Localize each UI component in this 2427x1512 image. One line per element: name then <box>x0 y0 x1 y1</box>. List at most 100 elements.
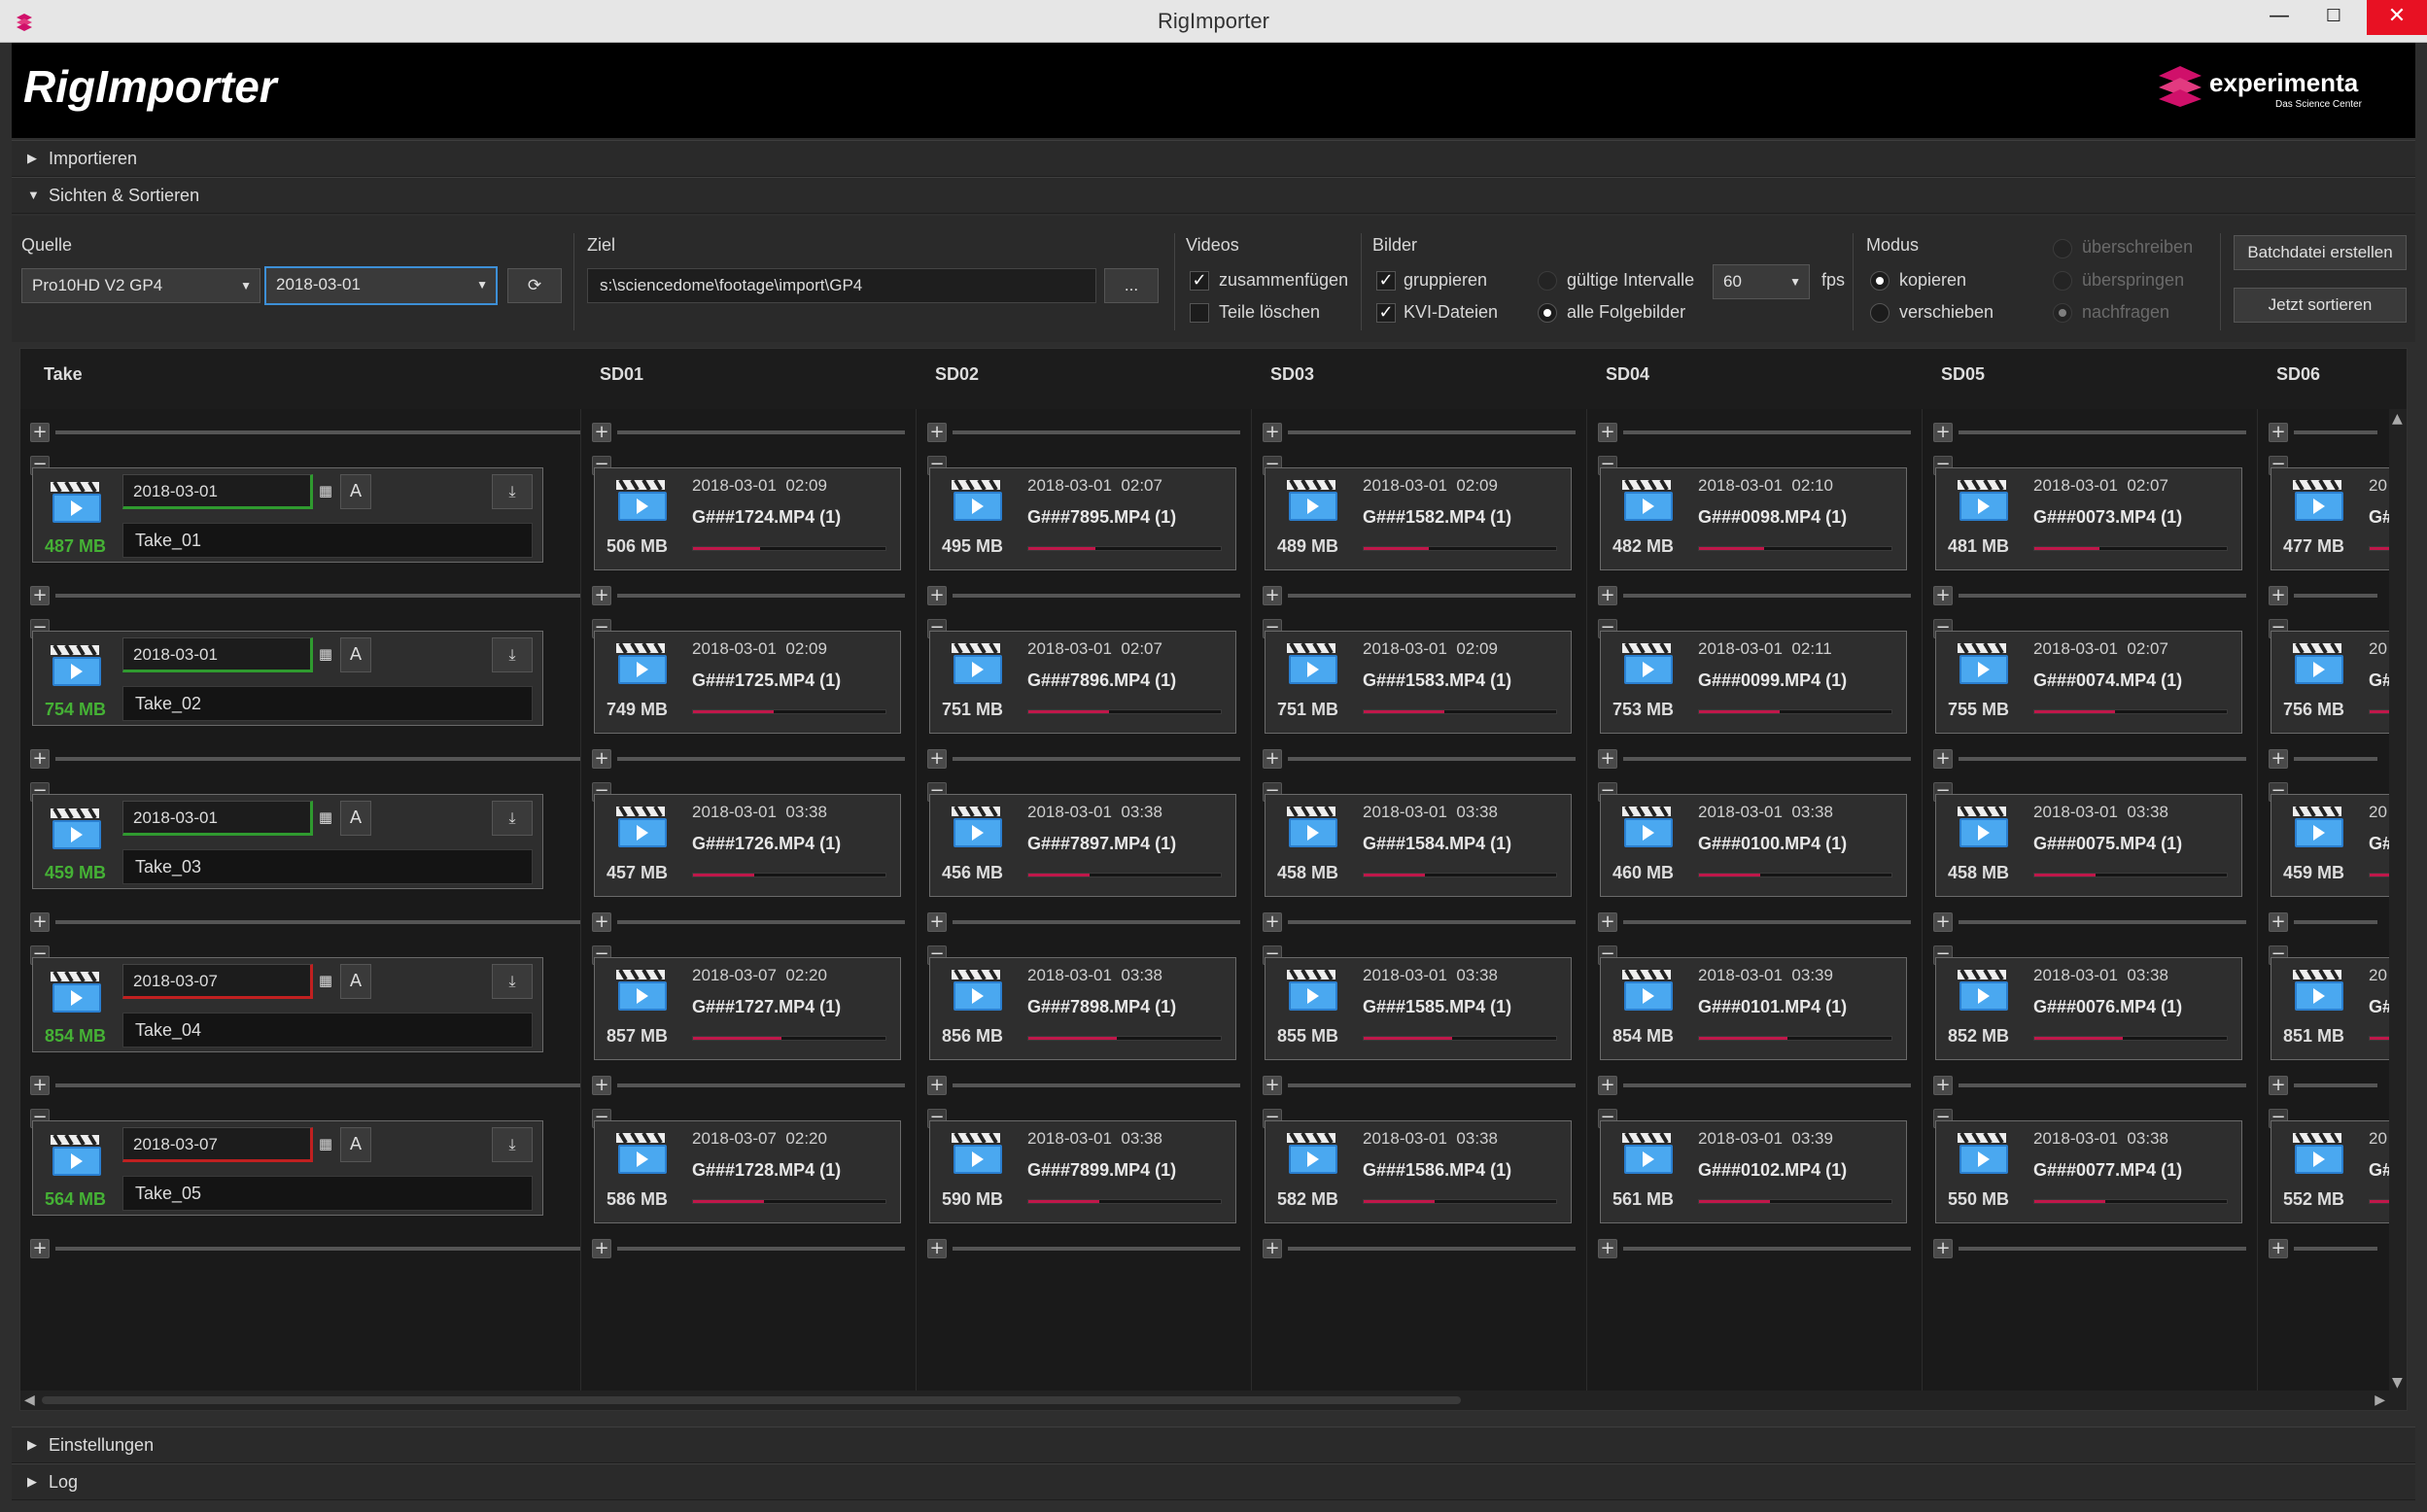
row-drop-line[interactable] <box>1623 594 1911 598</box>
take-date-field[interactable]: 2018-03-01 <box>122 474 313 509</box>
fps-select[interactable]: 60 ▼ <box>1713 264 1810 299</box>
quelle-select[interactable]: Pro10HD V2 GP4 ▼ <box>21 268 260 303</box>
close-button[interactable]: ✕ <box>2367 0 2427 35</box>
row-drop-line[interactable] <box>55 757 580 761</box>
add-row-button[interactable]: + <box>1933 912 1953 932</box>
nachfragen-radio[interactable] <box>2053 303 2072 323</box>
row-drop-line[interactable] <box>1959 920 2246 924</box>
browse-button[interactable]: ... <box>1104 268 1159 303</box>
clip-card[interactable]: 458 MB 2018-03-01 03:38 G###1584.MP4 (1) <box>1265 794 1572 897</box>
clip-card[interactable]: 855 MB 2018-03-01 03:38 G###1585.MP4 (1) <box>1265 957 1572 1060</box>
horizontal-scrollbar[interactable]: ◀ ▶ <box>20 1391 2407 1410</box>
section-importieren[interactable]: ▶ Importieren <box>12 140 2415 177</box>
auto-name-button[interactable]: A <box>340 964 371 999</box>
auto-name-button[interactable]: A <box>340 1127 371 1162</box>
add-row-button[interactable]: + <box>1263 586 1282 605</box>
add-row-button[interactable]: + <box>927 586 947 605</box>
clip-card[interactable]: 856 MB 2018-03-01 03:38 G###7898.MP4 (1) <box>929 957 1236 1060</box>
clip-card[interactable]: 552 MB 20 G# <box>2271 1120 2397 1223</box>
add-row-button[interactable]: + <box>1933 423 1953 442</box>
take-card[interactable]: 459 MB 2018-03-01 ▦ A ⤓ Take_03 <box>32 794 543 889</box>
add-row-button[interactable]: + <box>1598 912 1617 932</box>
clip-card[interactable]: 460 MB 2018-03-01 03:38 G###0100.MP4 (1) <box>1600 794 1907 897</box>
scroll-left-icon[interactable]: ◀ <box>24 1392 35 1408</box>
take-card[interactable]: 564 MB 2018-03-07 ▦ A ⤓ Take_05 <box>32 1120 543 1216</box>
row-drop-line[interactable] <box>617 1083 905 1087</box>
scroll-thumb[interactable] <box>42 1396 1461 1404</box>
row-drop-line[interactable] <box>1959 430 2246 434</box>
row-drop-line[interactable] <box>1959 1083 2246 1087</box>
add-row-button[interactable]: + <box>30 586 50 605</box>
take-card[interactable]: 754 MB 2018-03-01 ▦ A ⤓ Take_02 <box>32 631 543 726</box>
row-drop-line[interactable] <box>2294 757 2377 761</box>
clip-card[interactable]: 550 MB 2018-03-01 03:38 G###0077.MP4 (1) <box>1935 1120 2242 1223</box>
row-drop-line[interactable] <box>1288 920 1576 924</box>
clip-card[interactable]: 506 MB 2018-03-01 02:09 G###1724.MP4 (1) <box>594 467 901 570</box>
clip-card[interactable]: 458 MB 2018-03-01 03:38 G###0075.MP4 (1) <box>1935 794 2242 897</box>
clip-card[interactable]: 755 MB 2018-03-01 02:07 G###0074.MP4 (1) <box>1935 631 2242 734</box>
gueltige-intervalle-radio[interactable] <box>1538 271 1557 291</box>
take-date-field[interactable]: 2018-03-07 <box>122 964 313 999</box>
clip-card[interactable]: 590 MB 2018-03-01 03:38 G###7899.MP4 (1) <box>929 1120 1236 1223</box>
add-row-button[interactable]: + <box>592 912 611 932</box>
add-row-button[interactable]: + <box>1933 1239 1953 1258</box>
download-icon[interactable]: ⤓ <box>492 474 533 509</box>
row-drop-line[interactable] <box>1959 1247 2246 1251</box>
row-drop-line[interactable] <box>1623 430 1911 434</box>
take-card[interactable]: 854 MB 2018-03-07 ▦ A ⤓ Take_04 <box>32 957 543 1052</box>
minimize-button[interactable]: — <box>2256 0 2303 35</box>
row-drop-line[interactable] <box>1288 1083 1576 1087</box>
row-drop-line[interactable] <box>617 430 905 434</box>
clip-card[interactable]: 753 MB 2018-03-01 02:11 G###0099.MP4 (1) <box>1600 631 1907 734</box>
row-drop-line[interactable] <box>2294 430 2377 434</box>
clip-card[interactable]: 751 MB 2018-03-01 02:07 G###7896.MP4 (1) <box>929 631 1236 734</box>
row-drop-line[interactable] <box>55 1247 580 1251</box>
refresh-button[interactable]: ⟳ <box>507 268 562 303</box>
add-row-button[interactable]: + <box>2269 749 2288 769</box>
row-drop-line[interactable] <box>2294 594 2377 598</box>
scroll-down-icon[interactable]: ▼ <box>2392 1375 2403 1391</box>
row-drop-line[interactable] <box>2294 1247 2377 1251</box>
take-date-field[interactable]: 2018-03-01 <box>122 637 313 672</box>
clip-card[interactable]: 582 MB 2018-03-01 03:38 G###1586.MP4 (1) <box>1265 1120 1572 1223</box>
row-drop-line[interactable] <box>1288 1247 1576 1251</box>
add-row-button[interactable]: + <box>927 1076 947 1095</box>
zusammenfuegen-checkbox[interactable]: ✓ <box>1190 271 1209 291</box>
add-row-button[interactable]: + <box>2269 1076 2288 1095</box>
clip-card[interactable]: 857 MB 2018-03-07 02:20 G###1727.MP4 (1) <box>594 957 901 1060</box>
add-row-button[interactable]: + <box>592 1076 611 1095</box>
add-row-button[interactable]: + <box>2269 586 2288 605</box>
clip-card[interactable]: 852 MB 2018-03-01 03:38 G###0076.MP4 (1) <box>1935 957 2242 1060</box>
take-name-input[interactable]: Take_03 <box>122 849 533 884</box>
take-name-input[interactable]: Take_04 <box>122 1013 533 1048</box>
row-drop-line[interactable] <box>55 594 580 598</box>
row-drop-line[interactable] <box>1623 1247 1911 1251</box>
row-drop-line[interactable] <box>55 430 580 434</box>
take-date-field[interactable]: 2018-03-07 <box>122 1127 313 1162</box>
add-row-button[interactable]: + <box>1598 749 1617 769</box>
add-row-button[interactable]: + <box>592 586 611 605</box>
row-drop-line[interactable] <box>953 920 1240 924</box>
scroll-up-icon[interactable]: ▲ <box>2392 411 2403 427</box>
row-drop-line[interactable] <box>1288 594 1576 598</box>
row-drop-line[interactable] <box>953 1083 1240 1087</box>
batchdatei-button[interactable]: Batchdatei erstellen <box>2234 235 2407 270</box>
row-drop-line[interactable] <box>1288 757 1576 761</box>
add-row-button[interactable]: + <box>592 1239 611 1258</box>
add-row-button[interactable]: + <box>592 423 611 442</box>
add-row-button[interactable]: + <box>1933 1076 1953 1095</box>
row-drop-line[interactable] <box>617 920 905 924</box>
jetzt-sortieren-button[interactable]: Jetzt sortieren <box>2234 288 2407 323</box>
calendar-icon[interactable]: ▦ <box>315 1127 336 1162</box>
row-drop-line[interactable] <box>953 1247 1240 1251</box>
clip-card[interactable]: 457 MB 2018-03-01 03:38 G###1726.MP4 (1) <box>594 794 901 897</box>
row-drop-line[interactable] <box>617 757 905 761</box>
clip-card[interactable]: 851 MB 20 G# <box>2271 957 2397 1060</box>
download-icon[interactable]: ⤓ <box>492 637 533 672</box>
add-row-button[interactable]: + <box>1598 1076 1617 1095</box>
add-row-button[interactable]: + <box>1263 423 1282 442</box>
row-drop-line[interactable] <box>1959 594 2246 598</box>
auto-name-button[interactable]: A <box>340 801 371 836</box>
clip-card[interactable]: 456 MB 2018-03-01 03:38 G###7897.MP4 (1) <box>929 794 1236 897</box>
download-icon[interactable]: ⤓ <box>492 801 533 836</box>
